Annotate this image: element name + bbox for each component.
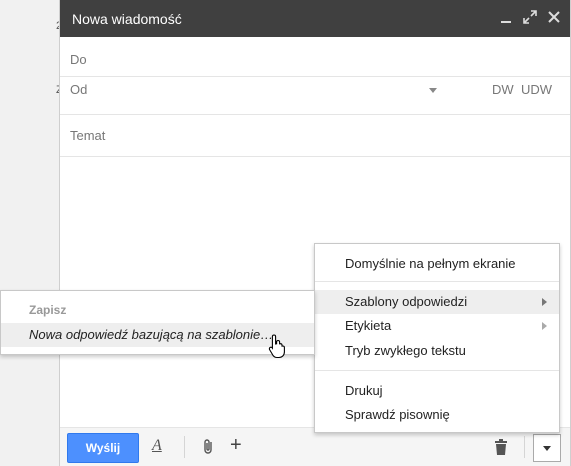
menu-item-canned-responses[interactable]: Szablony odpowiedzi [315,290,559,314]
submenu-header: Zapisz [29,303,67,317]
menu-item-print[interactable]: Drukuj [315,379,559,403]
cc-link[interactable]: DW [492,82,514,97]
more-options-button[interactable] [533,434,561,462]
trash-icon[interactable] [492,438,510,456]
toolbar-divider [524,436,525,458]
menu-item-label: Tryb zwykłego tekstu [345,343,466,358]
to-field[interactable]: Do [60,37,570,77]
hand-pointer-cursor [268,334,285,359]
from-select[interactable] [96,77,437,105]
menu-item-label: Sprawdź pisownię [345,407,450,422]
menu-item-label-option[interactable]: Etykieta [315,314,559,338]
plus-icon[interactable]: + [230,434,248,456]
subject-field[interactable]: Temat [60,115,570,157]
toolbar-divider [184,436,185,458]
chevron-down-icon [543,446,551,451]
from-field: Od DW UDW [60,77,570,115]
menu-item-label: Etykieta [345,318,392,333]
menu-item-label: Domyślnie na pełnym ekranie [345,256,516,271]
menu-divider [315,370,559,371]
background-inbox: 2 Z [0,0,63,466]
attach-icon[interactable] [200,438,218,456]
minimize-icon[interactable] [498,9,514,25]
more-options-menu: Domyślnie na pełnym ekranie Szablony odp… [314,243,560,433]
chevron-down-icon [429,88,437,93]
menu-item-label: Szablony odpowiedzi [345,294,468,309]
close-icon[interactable] [546,9,562,25]
text-format-icon[interactable]: A [152,437,170,455]
compose-title: Nowa wiadomość [72,11,182,27]
bcc-link[interactable]: UDW [521,82,552,97]
to-label: Do [70,52,87,67]
expand-icon[interactable] [522,9,538,25]
menu-item-plain-text-mode[interactable]: Tryb zwykłego tekstu [315,339,559,363]
menu-divider [315,281,559,282]
menu-item-label: Drukuj [345,383,383,398]
send-button[interactable]: Wyślij [67,433,139,463]
from-label: Od [70,82,88,97]
compose-titlebar[interactable]: Nowa wiadomość [60,0,570,37]
menu-item-fullscreen-default[interactable]: Domyślnie na pełnym ekranie [315,252,559,276]
chevron-right-icon [542,298,547,306]
menu-item-spellcheck[interactable]: Sprawdź pisownię [315,403,559,427]
subject-placeholder: Temat [70,128,106,143]
chevron-right-icon [542,322,547,330]
